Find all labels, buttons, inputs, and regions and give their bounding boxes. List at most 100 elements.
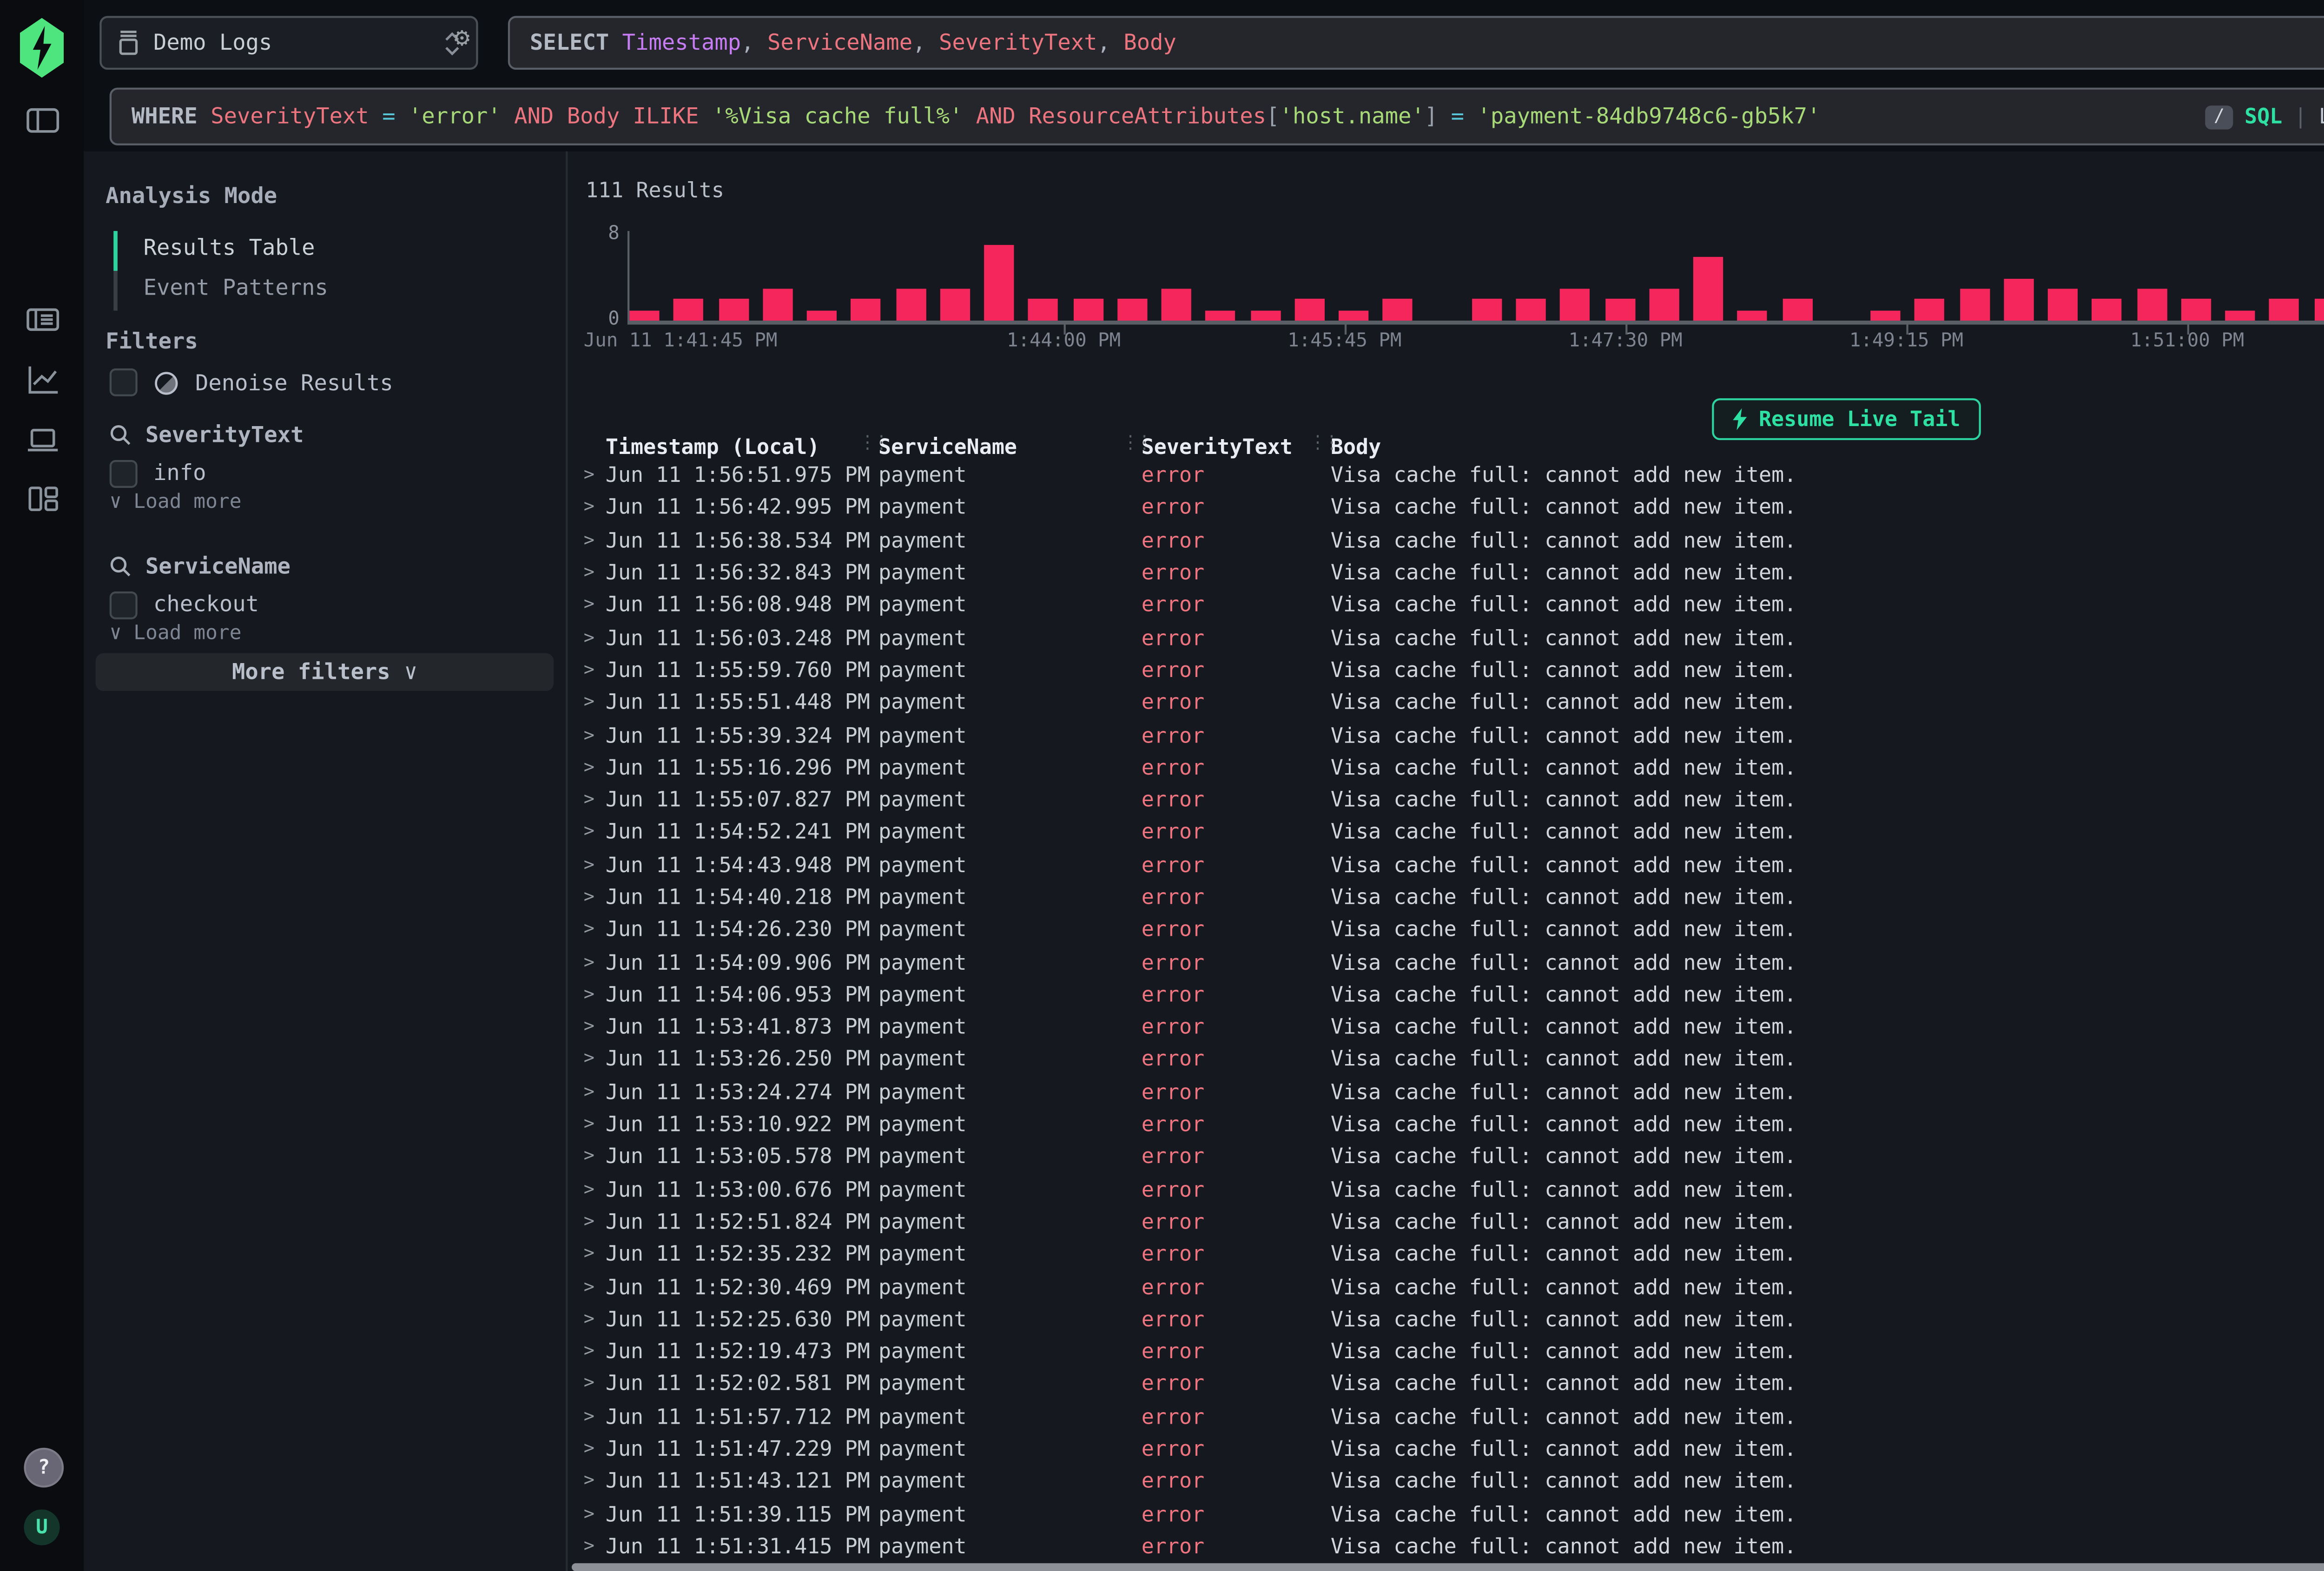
row-expand-chevron-icon[interactable]: > [574,1213,606,1233]
mode-event-patterns[interactable]: Event Patterns [144,275,328,301]
row-expand-chevron-icon[interactable]: > [574,596,606,616]
row-expand-chevron-icon[interactable]: > [574,1407,606,1427]
table-row[interactable]: > Jun 11 1:53:05.578 PM payment error Vi… [574,1142,2324,1174]
table-row[interactable]: > Jun 11 1:53:41.873 PM payment error Vi… [574,1012,2324,1044]
table-row[interactable]: > Jun 11 1:55:16.296 PM payment error Vi… [574,752,2324,785]
row-expand-chevron-icon[interactable]: > [574,1180,606,1200]
row-expand-chevron-icon[interactable]: > [574,1375,606,1395]
table-row[interactable]: > Jun 11 1:54:06.953 PM payment error Vi… [574,979,2324,1012]
table-row[interactable]: > Jun 11 1:52:25.630 PM payment error Vi… [574,1304,2324,1336]
table-row[interactable]: > Jun 11 1:53:00.676 PM payment error Vi… [574,1174,2324,1207]
table-row[interactable]: > Jun 11 1:53:24.274 PM payment error Vi… [574,1077,2324,1109]
row-expand-chevron-icon[interactable]: > [574,726,606,746]
horizontal-scrollbar[interactable] [572,1563,2324,1571]
row-expand-chevron-icon[interactable]: > [574,1018,606,1038]
row-expand-chevron-icon[interactable]: > [574,1310,606,1330]
row-expand-chevron-icon[interactable]: > [574,1342,606,1362]
table-row[interactable]: > Jun 11 1:52:51.824 PM payment error Vi… [574,1206,2324,1239]
mode-results-table[interactable]: Results Table [144,235,315,261]
table-row[interactable]: > Jun 11 1:51:31.415 PM payment error Vi… [574,1531,2324,1563]
chart-explorer-icon[interactable] [26,362,60,396]
col-severitytext[interactable]: SeverityText [1142,435,1331,459]
row-expand-chevron-icon[interactable]: > [574,791,606,811]
load-more-button[interactable]: ∨ Load more [110,492,242,514]
table-row[interactable]: > Jun 11 1:54:26.230 PM payment error Vi… [574,914,2324,947]
row-expand-chevron-icon[interactable]: > [574,499,606,519]
filter-option-checkbox[interactable] [110,591,138,618]
row-expand-chevron-icon[interactable]: > [574,466,606,486]
sidebar-toggle-icon[interactable] [26,104,60,138]
table-row[interactable]: > Jun 11 1:55:51.448 PM payment error Vi… [574,687,2324,720]
table-row[interactable]: > Jun 11 1:51:47.229 PM payment error Vi… [574,1433,2324,1466]
row-expand-chevron-icon[interactable]: > [574,564,606,584]
row-expand-chevron-icon[interactable]: > [574,856,606,876]
where-query-input[interactable]: WHERE SeverityText = 'error' AND Body IL… [110,88,2324,145]
denoise-checkbox[interactable] [110,368,138,396]
table-row[interactable]: > Jun 11 1:53:10.922 PM payment error Vi… [574,1109,2324,1142]
table-row[interactable]: > Jun 11 1:53:26.250 PM payment error Vi… [574,1044,2324,1077]
row-expand-chevron-icon[interactable]: > [574,1440,606,1460]
row-expand-chevron-icon[interactable]: > [574,920,606,940]
load-more-button[interactable]: ∨ Load more [110,623,242,645]
row-expand-chevron-icon[interactable]: > [574,758,606,778]
col-timestamp[interactable]: Timestamp (Local) [606,435,878,459]
row-expand-chevron-icon[interactable]: > [574,1537,606,1557]
table-row[interactable]: > Jun 11 1:55:07.827 PM payment error Vi… [574,784,2324,817]
column-resize-handle[interactable]: ⋮⋮ [1309,434,1337,454]
row-expand-chevron-icon[interactable]: > [574,823,606,843]
source-selector[interactable]: Demo Logs [99,16,478,70]
row-expand-chevron-icon[interactable]: > [574,1051,606,1071]
table-row[interactable]: > Jun 11 1:56:32.843 PM payment error Vi… [574,558,2324,590]
chart[interactable]: 8 0 Jun 11 1:41:45 PM1:44:00 PM1:45:45 P… [568,223,2324,355]
column-resize-handle[interactable]: ⋮⋮ [1122,434,1149,454]
table-row[interactable]: > Jun 11 1:55:39.324 PM payment error Vi… [574,720,2324,752]
table-row[interactable]: > Jun 11 1:56:51.975 PM payment error Vi… [574,460,2324,493]
table-row[interactable]: > Jun 11 1:56:03.248 PM payment error Vi… [574,622,2324,655]
col-servicename[interactable]: ServiceName [878,435,1142,459]
table-row[interactable]: > Jun 11 1:54:40.218 PM payment error Vi… [574,882,2324,914]
row-expand-chevron-icon[interactable]: > [574,953,606,973]
row-expand-chevron-icon[interactable]: > [574,888,606,908]
row-expand-chevron-icon[interactable]: > [574,531,606,551]
horizontal-scrollbar-thumb[interactable] [572,1563,2324,1571]
row-expand-chevron-icon[interactable]: > [574,986,606,1006]
table-row[interactable]: > Jun 11 1:51:43.121 PM payment error Vi… [574,1466,2324,1499]
table-row[interactable]: > Jun 11 1:52:35.232 PM payment error Vi… [574,1239,2324,1271]
row-expand-chevron-icon[interactable]: > [574,1083,606,1103]
table-row[interactable]: > Jun 11 1:56:38.534 PM payment error Vi… [574,525,2324,558]
table-row[interactable]: > Jun 11 1:54:52.241 PM payment error Vi… [574,817,2324,849]
row-expand-chevron-icon[interactable]: > [574,1278,606,1298]
table-row[interactable]: > Jun 11 1:52:30.469 PM payment error Vi… [574,1271,2324,1304]
dashboards-icon[interactable] [26,482,60,516]
more-filters-button[interactable]: More filters ∨ [96,653,554,691]
row-expand-chevron-icon[interactable]: > [574,629,606,649]
row-expand-chevron-icon[interactable]: > [574,661,606,681]
search-logs-icon[interactable] [26,302,60,336]
filter-option-checkbox[interactable] [110,459,138,487]
table-row[interactable]: > Jun 11 1:56:08.948 PM payment error Vi… [574,590,2324,622]
table-row[interactable]: > Jun 11 1:52:19.473 PM payment error Vi… [574,1336,2324,1369]
select-query-input[interactable]: SELECT Timestamp, ServiceName, SeverityT… [508,16,2324,70]
gear-icon[interactable]: ⚙ [454,26,482,54]
row-expand-chevron-icon[interactable]: > [574,1245,606,1265]
sql-mode-button[interactable]: SQL [2245,105,2282,128]
user-avatar[interactable]: U [24,1510,59,1545]
lucene-mode-button[interactable]: Lucene [2319,105,2324,128]
table-row[interactable]: > Jun 11 1:55:59.760 PM payment error Vi… [574,655,2324,687]
table-row[interactable]: > Jun 11 1:54:43.948 PM payment error Vi… [574,849,2324,882]
table-row[interactable]: > Jun 11 1:51:39.115 PM payment error Vi… [574,1499,2324,1531]
row-expand-chevron-icon[interactable]: > [574,1505,606,1525]
table-row[interactable]: > Jun 11 1:54:09.906 PM payment error Vi… [574,947,2324,979]
help-button[interactable]: ? [24,1448,64,1488]
row-expand-chevron-icon[interactable]: > [574,1472,606,1492]
column-resize-handle[interactable]: ⋮⋮ [858,434,886,454]
table-row[interactable]: > Jun 11 1:52:02.581 PM payment error Vi… [574,1369,2324,1401]
col-body[interactable]: Body [1331,435,2324,459]
table-row[interactable]: > Jun 11 1:51:57.712 PM payment error Vi… [574,1401,2324,1433]
app-logo-icon[interactable] [20,18,64,78]
row-expand-chevron-icon[interactable]: > [574,693,606,713]
sessions-laptop-icon[interactable] [26,422,60,456]
table-row[interactable]: > Jun 11 1:56:42.995 PM payment error Vi… [574,493,2324,525]
row-expand-chevron-icon[interactable]: > [574,1115,606,1135]
row-expand-chevron-icon[interactable]: > [574,1148,606,1168]
